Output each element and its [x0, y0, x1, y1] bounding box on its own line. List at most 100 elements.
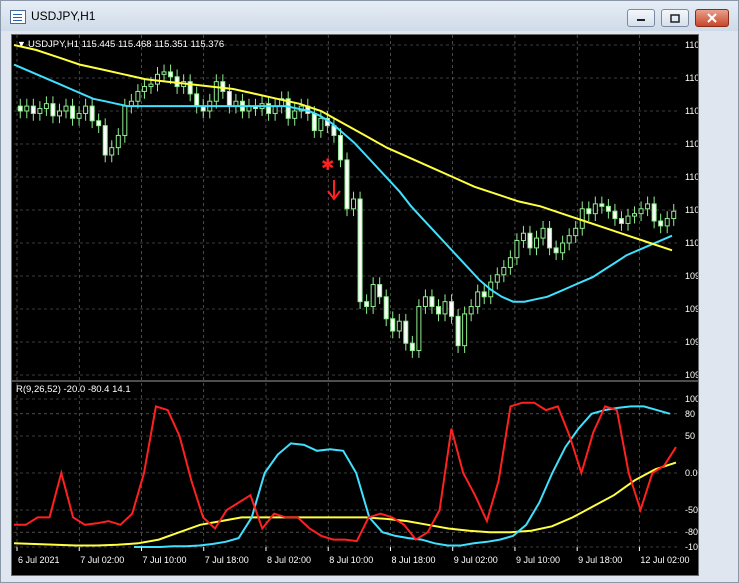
candle-body — [213, 81, 219, 102]
candle-body — [632, 213, 638, 217]
candle-body — [429, 296, 435, 308]
candle-body — [449, 301, 455, 317]
candle-body — [416, 306, 422, 352]
candle-body — [122, 105, 128, 136]
price-tick-label: 109.635 — [685, 337, 698, 347]
candle-body — [520, 232, 526, 242]
indicator-tick-label: 100 — [685, 394, 698, 404]
candle-body — [220, 81, 226, 92]
price-tick-label: 109.500 — [685, 370, 698, 380]
candle-body — [671, 210, 677, 220]
price-tick-label: 109.770 — [685, 304, 698, 314]
time-tick-label: 12 Jul 02:00 — [640, 555, 689, 565]
price-tick-label: 110.040 — [685, 238, 698, 248]
indicator-tick-label: -50 — [685, 505, 698, 515]
candle-body — [311, 112, 317, 132]
minimize-button[interactable] — [627, 9, 655, 27]
candle-body — [566, 235, 572, 244]
candle-body — [337, 134, 343, 161]
price-tick-label: 110.310 — [685, 172, 698, 182]
candle-body — [141, 86, 147, 92]
candle-body — [50, 103, 56, 117]
candle-body — [292, 110, 298, 119]
indicator-tick-label: -80 — [685, 527, 698, 537]
candle-body — [625, 215, 631, 224]
indicator-yellow-line — [13, 461, 677, 547]
indicator-axis: 100 80 50 0.00 -50 -80 -100 — [685, 394, 698, 552]
candle-body — [96, 120, 102, 127]
candle-body — [612, 210, 618, 220]
candle-body — [168, 71, 174, 78]
chart-svg[interactable]: ✱ ▼ USDJPY,H1 115.445 115.468 115.351 11… — [12, 35, 698, 575]
price-info-text: USDJPY,H1 115.445 115.468 115.351 115.37… — [28, 39, 224, 50]
time-axis: 6 Jul 2021 7 Jul 02:00 7 Jul 10:00 7 Jul 18… — [16, 547, 689, 565]
candle-body — [30, 105, 36, 114]
candle-body — [370, 284, 376, 308]
candle-body — [422, 296, 428, 308]
candle-body — [344, 159, 350, 210]
candle-body — [462, 313, 468, 347]
time-tick-label: 8 Jul 18:00 — [391, 555, 435, 565]
time-tick-label: 9 Jul 18:00 — [578, 555, 622, 565]
close-button[interactable] — [695, 9, 729, 27]
candle-body — [37, 108, 43, 114]
chart-canvas[interactable]: ✱ ▼ USDJPY,H1 115.445 115.468 115.351 11… — [11, 34, 699, 576]
indicator-label: R(9,26,52) -20.0 -80.4 14.1 — [16, 384, 131, 395]
candle-body — [658, 220, 664, 227]
candle-body — [442, 301, 448, 315]
window-title: USDJPY,H1 — [31, 9, 96, 23]
chart-window-icon — [10, 10, 26, 24]
indicator-tick-label: -100 — [685, 542, 698, 552]
candle-body — [514, 240, 520, 259]
candle-body — [501, 266, 507, 276]
candle-body — [455, 315, 461, 347]
signal-star-icon: ✱ — [321, 157, 334, 174]
candle-body — [651, 203, 657, 222]
candle-body — [638, 208, 644, 215]
candle-body — [468, 306, 474, 315]
candle-body — [194, 93, 200, 107]
candle-body — [161, 71, 167, 75]
candle-body — [56, 110, 62, 117]
price-tick-label: 110.580 — [685, 106, 698, 116]
candle-body — [76, 112, 82, 119]
candle-body — [318, 117, 324, 132]
indicator-red-line — [14, 401, 677, 543]
maximize-icon — [662, 10, 688, 26]
sell-signal: ✱ — [321, 157, 341, 201]
candle-body — [83, 105, 89, 114]
candle-body — [527, 232, 533, 249]
time-tick-label: 7 Jul 18:00 — [205, 555, 249, 565]
chart-window: USDJPY,H1 ✱ ▼ USDJPY,H1 115.445 115.468 … — [0, 0, 739, 583]
minimize-icon — [628, 10, 654, 26]
candle-body — [553, 247, 559, 254]
candle-body — [645, 203, 651, 210]
indicator-grid — [14, 398, 680, 548]
candle-body — [403, 320, 409, 344]
indicator-cyan-line — [134, 405, 671, 548]
candle-body — [507, 257, 513, 268]
time-tick-label: 8 Jul 10:00 — [329, 555, 373, 565]
candle-body — [435, 306, 441, 315]
candle-body — [579, 208, 585, 229]
ma-fast-line — [13, 63, 673, 303]
indicator-tick-label: 50 — [685, 431, 695, 441]
price-tick-label: 110.445 — [685, 139, 698, 149]
candle-body — [534, 237, 540, 249]
candle-body — [605, 205, 611, 212]
candle-body — [89, 105, 95, 122]
maximize-button[interactable] — [661, 9, 689, 27]
candle-body — [351, 198, 357, 210]
indicator-tick-label: 0.00 — [685, 468, 698, 478]
candle-body — [481, 291, 487, 298]
close-icon — [696, 10, 728, 26]
candle-body — [377, 284, 383, 298]
candle-body — [272, 105, 278, 114]
time-tick-label: 8 Jul 02:00 — [267, 555, 311, 565]
time-tick-label: 7 Jul 10:00 — [142, 555, 186, 565]
title-bar[interactable]: USDJPY,H1 — [1, 1, 738, 31]
time-tick-label: 6 Jul 2021 — [18, 555, 60, 565]
candle-body — [540, 227, 546, 239]
candle-body — [70, 105, 76, 119]
price-tick-label: 109.905 — [685, 271, 698, 281]
